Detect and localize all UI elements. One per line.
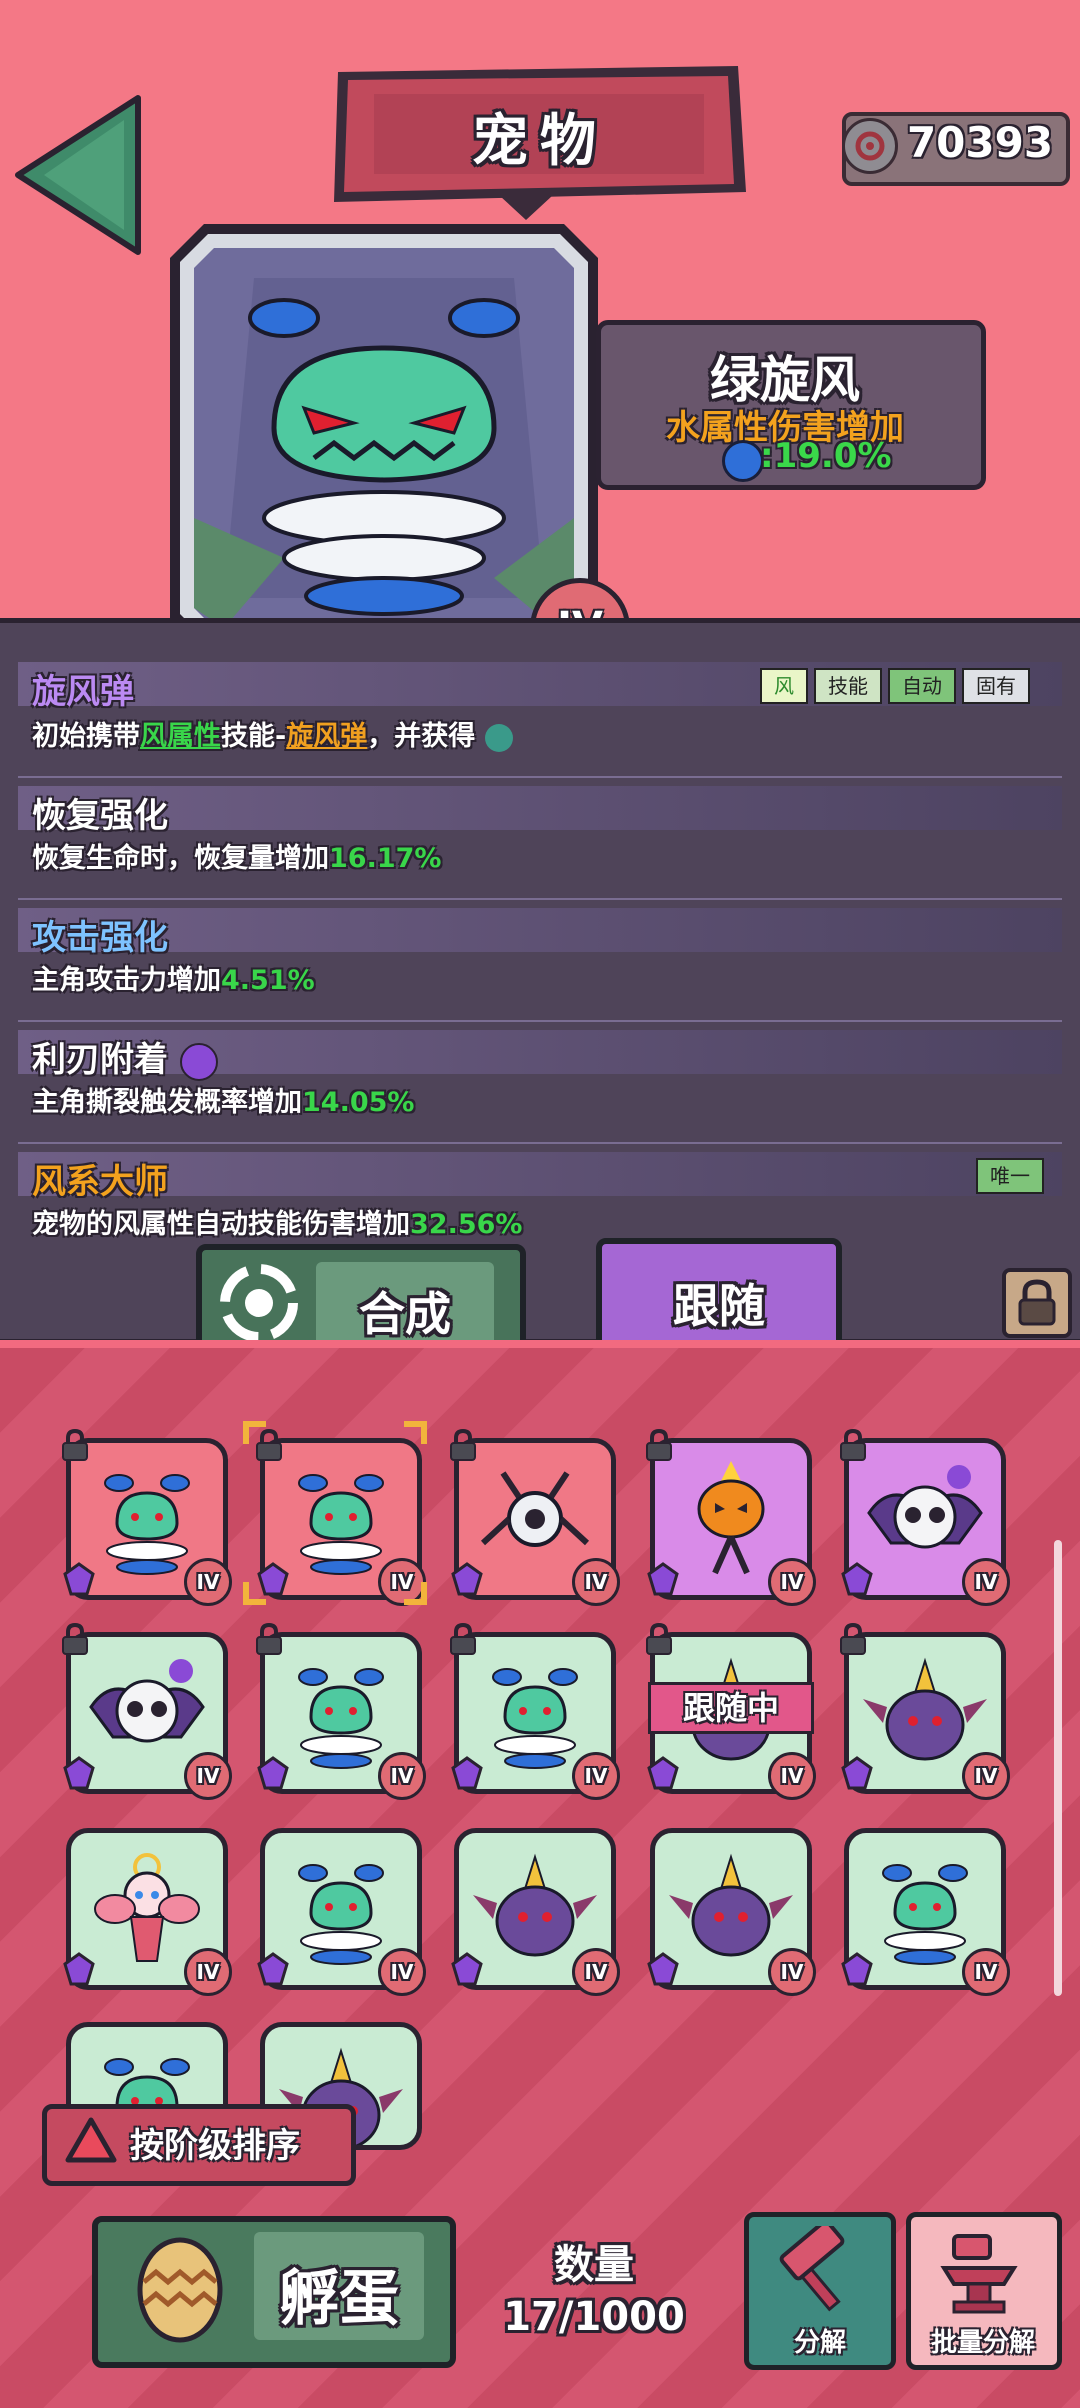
page-title: 宠物 [472,109,608,174]
pet-cell-rank: IV [572,1948,620,1996]
skill-name-text: 利刃附着 [32,1040,168,1080]
skill-tags: 风 技能 自动 固有 [760,668,1030,704]
desc-text: ，并获得 [367,721,476,752]
pet-cell-rank: IV [962,1752,1010,1800]
water-drop-icon [722,440,764,482]
scrollbar[interactable] [1054,1540,1062,1996]
desc-value: 16.17% [329,843,442,874]
skill-description: 主角攻击力增加4.51% [32,958,315,997]
pet-cell-rank: IV [184,1948,232,1996]
batch-decompose-button-label: 批量分解 [930,2328,1035,2358]
anvil-icon [940,2234,1018,2314]
pet-cell-rank: IV [768,1752,816,1800]
tag-wind: 风 [760,668,808,704]
divider [18,776,1062,778]
divider [18,898,1062,900]
sort-label: 按阶级排序 [130,2126,300,2166]
desc-text: 技能- [221,721,287,752]
skill-description: 恢复生命时，恢复量增加16.17% [32,836,441,875]
back-arrow-icon[interactable] [8,90,148,260]
pet-cell-rank: IV [184,1558,232,1606]
count-value: 17/1000 [503,2294,685,2340]
pet-cell-rank: IV [962,1948,1010,1996]
desc-value: 14.05% [302,1087,415,1118]
following-banner: 跟随中 [648,1682,814,1734]
wind-icon [484,723,513,752]
tag-auto: 自动 [888,668,956,704]
skill-name: 风系大师 [32,1162,168,1202]
pet-cell-rank: IV [378,1752,426,1800]
desc-text: 主角撕裂触发概率增加 [32,1087,302,1118]
skill-name: 恢复强化 [32,796,168,836]
lock-icon[interactable] [1002,1268,1072,1338]
egg-icon [137,2237,223,2343]
count-title: 数量 [554,2242,634,2288]
desc-text: 宠物的风属性自动技能伤害增加 [32,1209,410,1240]
skill-header [18,786,1062,830]
desc-highlight: 风属性 [140,721,221,752]
follow-button-label: 跟随 [673,1279,765,1333]
skill-description: 宠物的风属性自动技能伤害增加32.56% [32,1202,522,1241]
currency-value: 70393 [906,118,1054,167]
pet-cell-rank: IV [768,1558,816,1606]
skill-name: 攻击强化 [32,918,168,958]
gear-coin-icon [842,118,898,174]
pet-attribute-value: :19.0% [760,436,892,476]
tag-intrinsic: 固有 [962,668,1030,704]
pet-cell-rank: IV [378,1948,426,1996]
hammer-icon [779,2226,845,2312]
vortex-icon [220,1264,298,1342]
decompose-button-label: 分解 [793,2328,846,2358]
divider [18,1142,1062,1144]
divider [18,1020,1062,1022]
pet-cell-rank: IV [184,1752,232,1800]
tag-skill: 技能 [814,668,882,704]
pet-cell-rank: IV [962,1558,1010,1606]
compose-button-label: 合成 [359,1287,451,1341]
skill-header [18,908,1062,952]
desc-value: 4.51% [221,965,315,996]
desc-text: 恢复生命时，恢复量增加 [32,843,329,874]
pet-portrait [170,224,598,652]
pet-cell-rank: IV [768,1948,816,1996]
skill-description: 初始携带风属性技能-旋风弹，并获得 [32,714,513,753]
desc-value: 32.56% [410,1209,523,1240]
skill-name: 旋风弹 [32,672,134,712]
hatch-button-label: 孵蛋 [279,2264,399,2334]
swirl-icon [179,1042,218,1081]
skill-header [18,1152,1062,1196]
desc-highlight: 旋风弹 [286,721,368,752]
tag-unique: 唯一 [976,1158,1044,1194]
skill-name: 利刃附着 [32,1032,218,1081]
pet-cell-rank: IV [572,1752,620,1800]
pet-cell-rank: IV [572,1558,620,1606]
desc-text: 主角攻击力增加 [32,965,221,996]
triangle-icon [65,2117,117,2163]
pet-cell-rank: IV [378,1558,426,1606]
desc-text: 初始携带 [32,721,140,752]
title-tail [500,196,552,220]
skill-description: 主角撕裂触发概率增加14.05% [32,1080,414,1119]
